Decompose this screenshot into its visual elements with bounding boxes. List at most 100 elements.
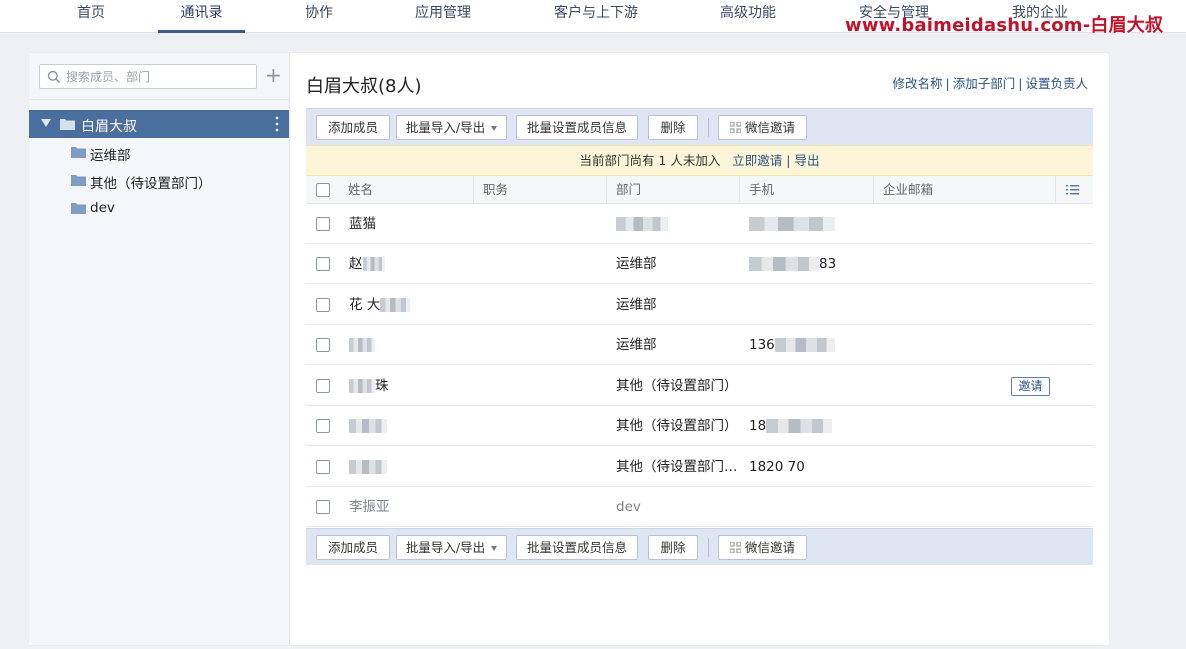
col-title: 职务 [473,176,606,204]
table-row[interactable]: 蓝猫 [306,204,1093,244]
import-export-label: 批量导入/导出 [405,540,486,555]
member-name[interactable]: 珠 [349,366,469,406]
tree-item-label: dev [90,200,115,216]
member-phone: 136 [749,325,869,365]
member-dept: 运维部 [616,337,657,353]
nav-tab-collaboration[interactable]: 协作 [290,0,348,33]
toolbar-separator [708,118,709,137]
delete-button[interactable]: 删除 [648,115,698,140]
member-dept: 运维部 [616,256,657,272]
folder-icon [71,147,86,158]
import-export-dropdown[interactable]: 批量导入/导出 [396,535,507,560]
row-checkbox[interactable] [316,298,330,312]
batch-edit-button[interactable]: 批量设置成员信息 [516,115,638,140]
blurred-region [349,419,387,433]
column-settings-icon[interactable] [1066,184,1080,196]
caret-down-icon[interactable] [41,118,51,128]
nav-tab-app-management[interactable]: 应用管理 [404,0,482,33]
contacts-panel: + 白眉大叔 运维部 其他（待设置部门） dev 白眉大叔(8人) 修改名称|添… [29,53,1109,645]
folder-icon [71,203,86,214]
search-box[interactable] [39,64,257,89]
add-department-icon[interactable]: + [265,65,282,87]
member-phone: 83 [749,244,869,284]
col-name: 姓名 [348,182,374,197]
invite-now-link[interactable]: 立即邀请 [732,153,782,168]
page-title: 白眉大叔(8人) [306,76,422,97]
add-subdept-link[interactable]: 添加子部门 [953,76,1016,91]
row-checkbox[interactable] [316,338,330,352]
member-name[interactable] [349,325,469,365]
member-name[interactable] [349,447,469,487]
row-checkbox[interactable] [316,257,330,271]
search-icon [47,70,61,84]
nav-tab-advanced[interactable]: 高级功能 [710,0,786,33]
table-row[interactable]: 运维部 136 [306,325,1093,365]
member-name[interactable] [349,406,469,446]
more-vertical-icon[interactable] [272,115,282,133]
search-input[interactable] [66,68,252,85]
export-link[interactable]: 导出 [795,153,820,168]
table-row[interactable]: 其他（待设置部门） 18 [306,406,1093,446]
row-checkbox[interactable] [316,460,330,474]
row-checkbox[interactable] [316,500,330,514]
nav-tab-home[interactable]: 首页 [58,0,124,33]
blurred-region [616,217,668,231]
member-phone [749,366,869,406]
qr-grid-icon [729,122,741,133]
table-header: 姓名 职务 部门 手机 企业邮箱 [306,176,1093,204]
member-dept: 其他（待设置部门） [616,378,738,394]
blurred-region [774,338,835,352]
batch-edit-button[interactable]: 批量设置成员信息 [516,535,638,560]
member-list-area: 白眉大叔(8人) 修改名称 | 添加子部门 | 设置负责人 添加成员 批量导入/导出 批… [306,53,1093,645]
table-row[interactable]: 花 大 运维部 [306,285,1093,325]
member-dept: 其他（待设置部门） [616,418,738,434]
table-row[interactable]: 李振亚 dev [306,487,1093,527]
row-checkbox[interactable] [316,419,330,433]
select-all-checkbox[interactable] [316,183,330,197]
blurred-region [766,419,833,433]
table-row[interactable]: 赵 运维部 83 [306,244,1093,284]
member-name[interactable]: 花 大 [349,285,469,325]
toolbar-top: 添加成员 批量导入/导出 批量设置成员信息 删除 微信邀请 [306,108,1093,145]
wechat-invite-button[interactable]: 微信邀请 [718,535,807,560]
member-phone: 18 [749,406,869,446]
sidebar-divider [29,99,289,100]
tree-item-other[interactable]: 其他（待设置部门） [29,166,289,194]
wechat-invite-label: 微信邀请 [744,120,795,135]
dropdown-arrow-icon [491,546,498,551]
delete-button[interactable]: 删除 [648,535,698,560]
member-name[interactable]: 蓝猫 [349,204,469,244]
member-name-text: 珠 [375,378,389,394]
rename-link[interactable]: 修改名称 [893,76,943,91]
toolbar-bottom: 添加成员 批量导入/导出 批量设置成员信息 删除 微信邀请 [306,528,1093,565]
blurred-region [349,338,375,352]
table-row[interactable]: 珠 其他（待设置部门） 邀请 [306,366,1093,406]
row-checkbox[interactable] [316,217,330,231]
set-owner-link[interactable]: 设置负责人 [1025,76,1088,91]
member-phone: 1820 70 [749,459,805,475]
blurred-region [349,460,387,474]
add-member-button[interactable]: 添加成员 [316,115,390,140]
member-name-text: 花 大 [349,297,381,313]
link-separator: | [786,153,791,168]
tree-item-root[interactable]: 白眉大叔 [29,110,289,138]
import-export-dropdown[interactable]: 批量导入/导出 [396,115,507,140]
invite-button[interactable]: 邀请 [1011,377,1050,396]
member-name[interactable]: 李振亚 [349,487,469,527]
blurred-region [749,257,819,271]
wechat-invite-button[interactable]: 微信邀请 [718,115,807,140]
nav-tab-contacts[interactable]: 通讯录 [158,0,245,33]
member-phone [749,285,869,325]
add-member-button[interactable]: 添加成员 [316,535,390,560]
nav-tab-customers[interactable]: 客户与上下游 [544,0,648,33]
tree-item-label: 运维部 [90,148,131,164]
dept-actions: 修改名称 | 添加子部门 | 设置负责人 [893,73,1088,92]
row-checkbox[interactable] [316,379,330,393]
tree-item-ops[interactable]: 运维部 [29,138,289,166]
blurred-region [749,217,835,231]
member-name[interactable]: 赵 [349,244,469,284]
link-separator: | [1018,76,1023,91]
tree-item-dev[interactable]: dev [29,194,289,222]
toolbar-separator [708,538,709,557]
table-row[interactable]: 其他（待设置部门… 1820 70 [306,447,1093,487]
